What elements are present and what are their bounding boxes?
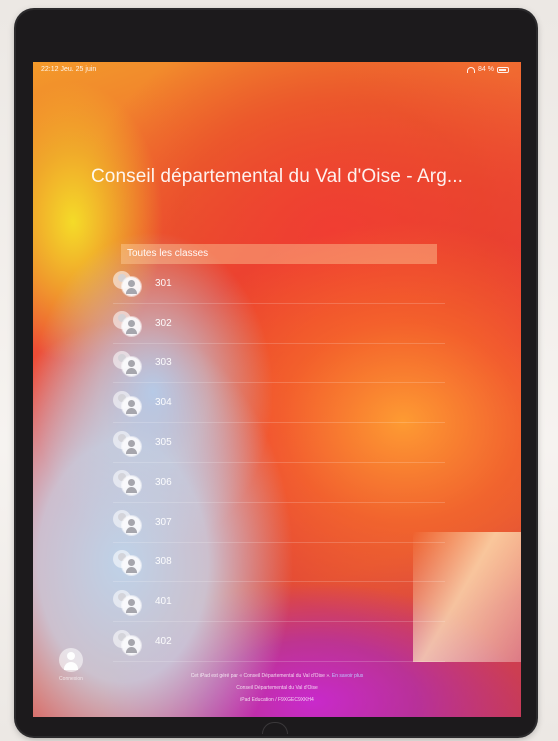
footer: Cet iPad est géré par « Conseil Départem… — [33, 670, 521, 706]
ipad-screen: 22:12 Jeu. 25 juin 84 % Conseil départem… — [33, 62, 521, 717]
class-item[interactable]: 301 — [113, 264, 445, 304]
status-date: Jeu. 25 juin — [60, 66, 97, 73]
group-icon — [113, 588, 143, 616]
class-label: 302 — [155, 317, 172, 329]
group-icon — [113, 349, 143, 377]
status-time: 22:12 Jeu. 25 juin — [41, 62, 96, 78]
user-icon — [59, 648, 83, 672]
class-item[interactable]: 302 — [113, 304, 445, 344]
class-label: 401 — [155, 596, 172, 608]
group-icon-front — [122, 277, 141, 297]
group-icon — [113, 309, 143, 337]
group-header: Toutes les classes — [121, 244, 437, 264]
class-label: 305 — [155, 437, 172, 449]
group-icon — [113, 389, 143, 417]
class-item[interactable]: 307 — [113, 503, 445, 543]
group-icon — [113, 548, 143, 576]
battery-icon — [497, 67, 509, 73]
class-label: 307 — [155, 516, 172, 528]
status-bar: 22:12 Jeu. 25 juin 84 % — [33, 62, 521, 78]
group-icon-front — [122, 516, 141, 536]
group-icon-front — [122, 595, 141, 615]
wifi-icon — [467, 67, 476, 73]
learn-more-link[interactable]: En savoir plus — [332, 673, 363, 679]
class-item[interactable]: 305 — [113, 423, 445, 463]
group-icon — [113, 628, 143, 656]
battery-percent: 84 % — [478, 66, 494, 73]
group-icon-front — [122, 436, 141, 456]
status-right: 84 % — [467, 62, 509, 78]
group-icon — [113, 269, 143, 297]
group-icon-front — [122, 476, 141, 496]
class-label: 308 — [155, 556, 172, 568]
group-icon — [113, 468, 143, 496]
group-icon-front — [122, 317, 141, 337]
group-icon-front — [122, 396, 141, 416]
class-item[interactable]: 303 — [113, 344, 445, 384]
group-icon-front — [122, 356, 141, 376]
group-icon — [113, 508, 143, 536]
footer-line1: Cet iPad est géré par « Conseil Départem… — [190, 673, 331, 679]
footer-line3: iPad Education / F9XGEC9XKH4 — [240, 697, 314, 703]
group-icon — [113, 429, 143, 457]
class-item[interactable]: 308 — [113, 543, 445, 583]
status-clock: 22:12 — [41, 66, 59, 73]
class-label: 303 — [155, 357, 172, 369]
class-list: 301 302 303 304 305 306 307 308 401 402 — [113, 264, 445, 662]
footer-management-notice: Cet iPad est géré par « Conseil Départem… — [33, 670, 521, 682]
class-item[interactable]: 304 — [113, 383, 445, 424]
footer-line2: Conseil Départemental du Val d'Oise — [236, 685, 318, 691]
group-icon-front — [122, 555, 141, 575]
class-label: 306 — [155, 476, 172, 488]
class-label: 304 — [155, 397, 172, 409]
class-label: 301 — [155, 277, 172, 289]
group-icon-front — [122, 635, 141, 655]
organization-title: Conseil départemental du Val d'Oise - Ar… — [90, 166, 464, 187]
class-item[interactable]: 401 — [113, 582, 445, 623]
class-item[interactable]: 306 — [113, 463, 445, 503]
class-item[interactable]: 402 — [113, 622, 445, 662]
class-label: 402 — [155, 636, 172, 648]
battery-fill — [499, 69, 506, 71]
